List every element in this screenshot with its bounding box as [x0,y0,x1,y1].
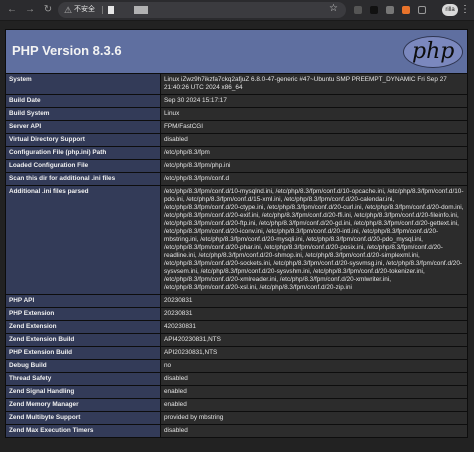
row-value: enabled [160,398,468,412]
row-value: no [160,359,468,373]
table-row: Virtual Directory Support disabled [5,133,468,147]
row-key: Configuration File (php.ini) Path [5,146,161,160]
table-row: Thread Safety disabled [5,372,468,386]
row-key: Build System [5,107,161,121]
php-logo: php [403,36,463,68]
row-value: disabled [160,424,468,438]
forward-icon[interactable]: → [24,4,36,16]
table-row: Zend Extension 420230831 [5,320,468,334]
row-value: 420230831 [160,320,468,334]
table-row: Configuration File (php.ini) Path/etc/ph… [5,146,468,160]
row-value: Sep 30 2024 15:17:17 [160,94,468,108]
table-row: Zend Max Execution Timers disabled [5,424,468,438]
table-row: PHP Extension 20230831 [5,307,468,321]
row-value: disabled [160,372,468,386]
table-row: Build Date Sep 30 2024 15:17:17 [5,94,468,108]
row-value: API20230831,NTS [160,346,468,360]
row-key: Debug Build [5,359,161,373]
row-value: disabled [160,133,468,147]
row-key: Server API [5,120,161,134]
site-favicon [108,6,114,14]
row-key: PHP Extension [5,307,161,321]
row-value: /etc/php/8.3/fpm/conf.d [160,172,468,186]
table-row: Zend Extension Build API420230831,NTS [5,333,468,347]
row-value: /etc/php/8.3/fpm [160,146,468,160]
row-key: Scan this dir for additional .ini files [5,172,161,186]
puzzle-icon[interactable] [418,6,426,14]
security-label[interactable]: 不安全 [74,5,95,15]
info-table: System Linux iZwz9h7ikzfa7ckq2afjuZ 6.8.0… [5,73,468,438]
url-text-redacted[interactable] [134,6,148,14]
row-key: Zend Extension Build [5,333,161,347]
row-value: Linux [160,107,468,121]
row-key: Zend Memory Manager [5,398,161,412]
row-key: Loaded Configuration File [5,159,161,173]
browser-toolbar: ← → ↻ ⚠ 不安全 ☆ rilla ⋮ [0,0,474,21]
table-row: PHP API 20230831 [5,294,468,308]
row-value: /etc/php/8.3/fpm/php.ini [160,159,468,173]
row-value: FPM/FastCGI [160,120,468,134]
table-row: Scan this dir for additional .ini files /… [5,172,468,186]
page-title: PHP Version 8.3.6 [12,43,122,58]
table-row: Debug Build no [5,359,468,373]
table-row: System Linux iZwz9h7ikzfa7ckq2afjuZ 6.8.0… [5,73,468,95]
row-key: Thread Safety [5,372,161,386]
bookmark-star-icon[interactable]: ☆ [329,3,338,14]
row-key: System [5,73,161,95]
row-key: PHP API [5,294,161,308]
row-key: Zend Max Execution Timers [5,424,161,438]
row-key: Additional .ini files parsed [5,185,161,295]
table-row: Loaded Configuration File/etc/php/8.3/fp… [5,159,468,173]
row-value: /etc/php/8.3/fpm/conf.d/10-mysqlnd.ini, … [160,185,468,295]
reload-icon[interactable]: ↻ [42,4,54,16]
warning-icon[interactable]: ⚠ [64,5,74,15]
back-icon[interactable]: ← [6,4,18,16]
row-value: 20230831 [160,307,468,321]
extension-icon[interactable] [370,6,378,14]
table-row: PHP Extension Build API20230831,NTS [5,346,468,360]
separator [102,6,103,14]
row-key: PHP Extension Build [5,346,161,360]
php-header: PHP Version 8.3.6 php [5,29,468,74]
menu-icon[interactable]: ⋮ [460,3,470,17]
row-value: 20230831 [160,294,468,308]
row-value: provided by mbstring [160,411,468,425]
extension-icon[interactable] [386,6,394,14]
row-key: Zend Signal Handling [5,385,161,399]
table-row: Zend Multibyte Support provided by mbstri… [5,411,468,425]
table-row: Zend Memory Manager enabled [5,398,468,412]
row-value: Linux iZwz9h7ikzfa7ckq2afjuZ 6.8.0-47-ge… [160,73,468,95]
row-key: Build Date [5,94,161,108]
table-row: Build System Linux [5,107,468,121]
extension-icon[interactable] [354,6,362,14]
row-key: Zend Multibyte Support [5,411,161,425]
table-row: Additional .ini files parsed/etc/php/8.3… [5,185,468,295]
row-key: Zend Extension [5,320,161,334]
php-logo-text: php [412,39,455,64]
table-row: Server API FPM/FastCGI [5,120,468,134]
row-value: enabled [160,385,468,399]
row-key: Virtual Directory Support [5,133,161,147]
profile-avatar[interactable]: rilla [442,4,458,16]
table-row: Zend Signal Handling enabled [5,385,468,399]
extension-icon[interactable] [402,6,410,14]
row-value: API420230831,NTS [160,333,468,347]
address-bar[interactable]: ⚠ 不安全 ☆ [58,2,346,18]
